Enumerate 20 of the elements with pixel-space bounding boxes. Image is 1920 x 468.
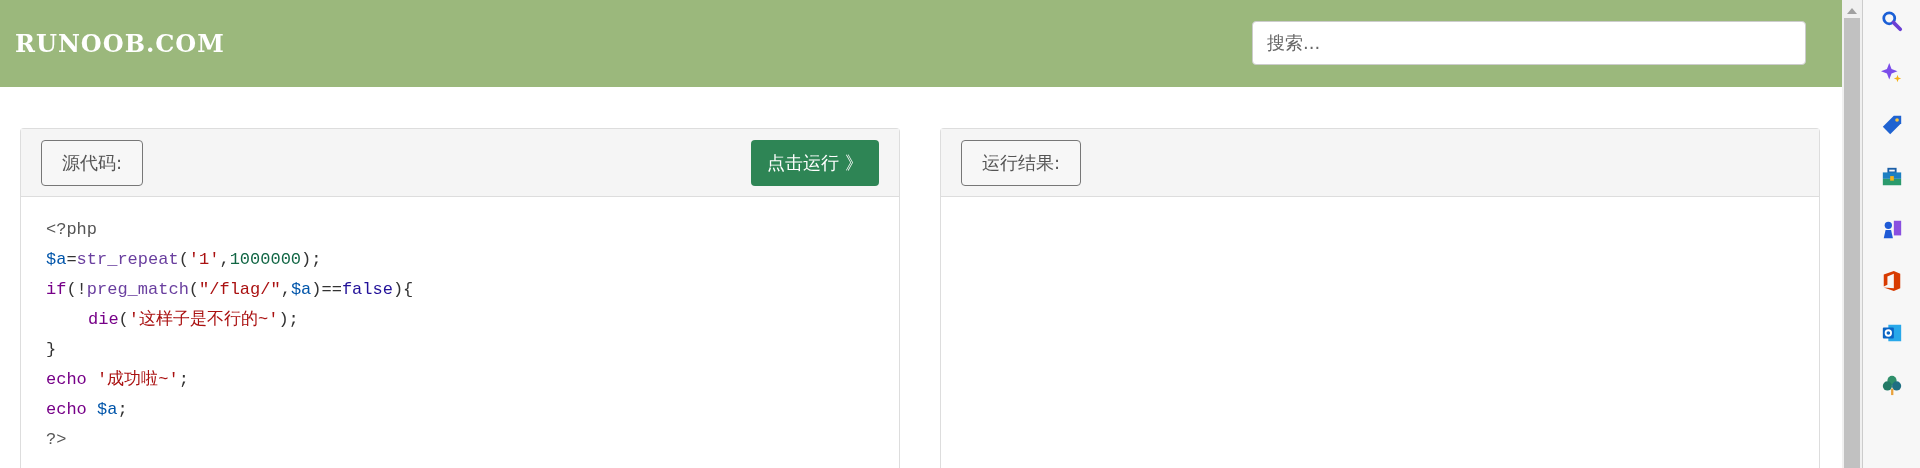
result-label: 运行结果: xyxy=(961,139,1082,186)
sparkle-icon[interactable] xyxy=(1880,62,1903,84)
code-line: if(!preg_match("/flag/",$a)==false){ xyxy=(46,279,414,301)
code-line: die('这样子是不行的~'); xyxy=(88,309,299,331)
scrollbar-thumb[interactable] xyxy=(1844,18,1860,468)
scrollbar[interactable] xyxy=(1842,0,1863,468)
tag-icon[interactable] xyxy=(1880,114,1903,136)
search-icon[interactable] xyxy=(1880,10,1903,32)
run-button[interactable]: 点击运行 》 xyxy=(751,139,879,186)
mail-icon[interactable] xyxy=(1880,322,1903,344)
tree-icon[interactable] xyxy=(1880,374,1903,396)
search-field[interactable]: 搜索... xyxy=(1252,20,1806,65)
code-line: $a=str_repeat('1',1000000); xyxy=(46,249,322,271)
source-label: 源代码: xyxy=(41,139,144,186)
toolbox-icon[interactable] xyxy=(1880,166,1903,188)
code-line: echo '成功啦~'; xyxy=(46,369,189,391)
code-line: <?php xyxy=(46,219,97,241)
code-line: ?> xyxy=(46,429,67,451)
code-line: echo $a; xyxy=(46,399,128,421)
code-line: } xyxy=(46,339,57,361)
